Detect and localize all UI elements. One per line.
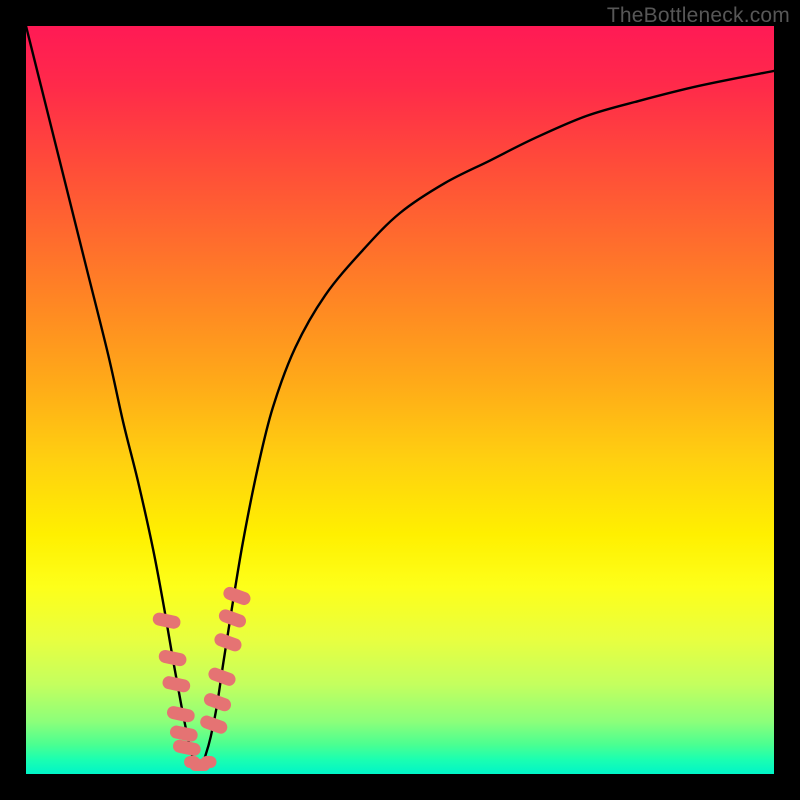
curve-marker [152, 611, 182, 630]
curve-marker [166, 705, 196, 724]
curve-marker [158, 649, 188, 668]
curve-marker [222, 585, 253, 607]
curve-marker [161, 675, 191, 694]
watermark-text: TheBottleneck.com [607, 4, 790, 28]
bottleneck-curve [26, 26, 774, 768]
chart-svg [26, 26, 774, 774]
curve-marker [172, 739, 202, 758]
curve-markers [152, 585, 253, 771]
chart-frame: TheBottleneck.com [0, 0, 800, 800]
curve-marker [201, 756, 217, 768]
plot-area [26, 26, 774, 774]
curve-marker [169, 724, 199, 743]
